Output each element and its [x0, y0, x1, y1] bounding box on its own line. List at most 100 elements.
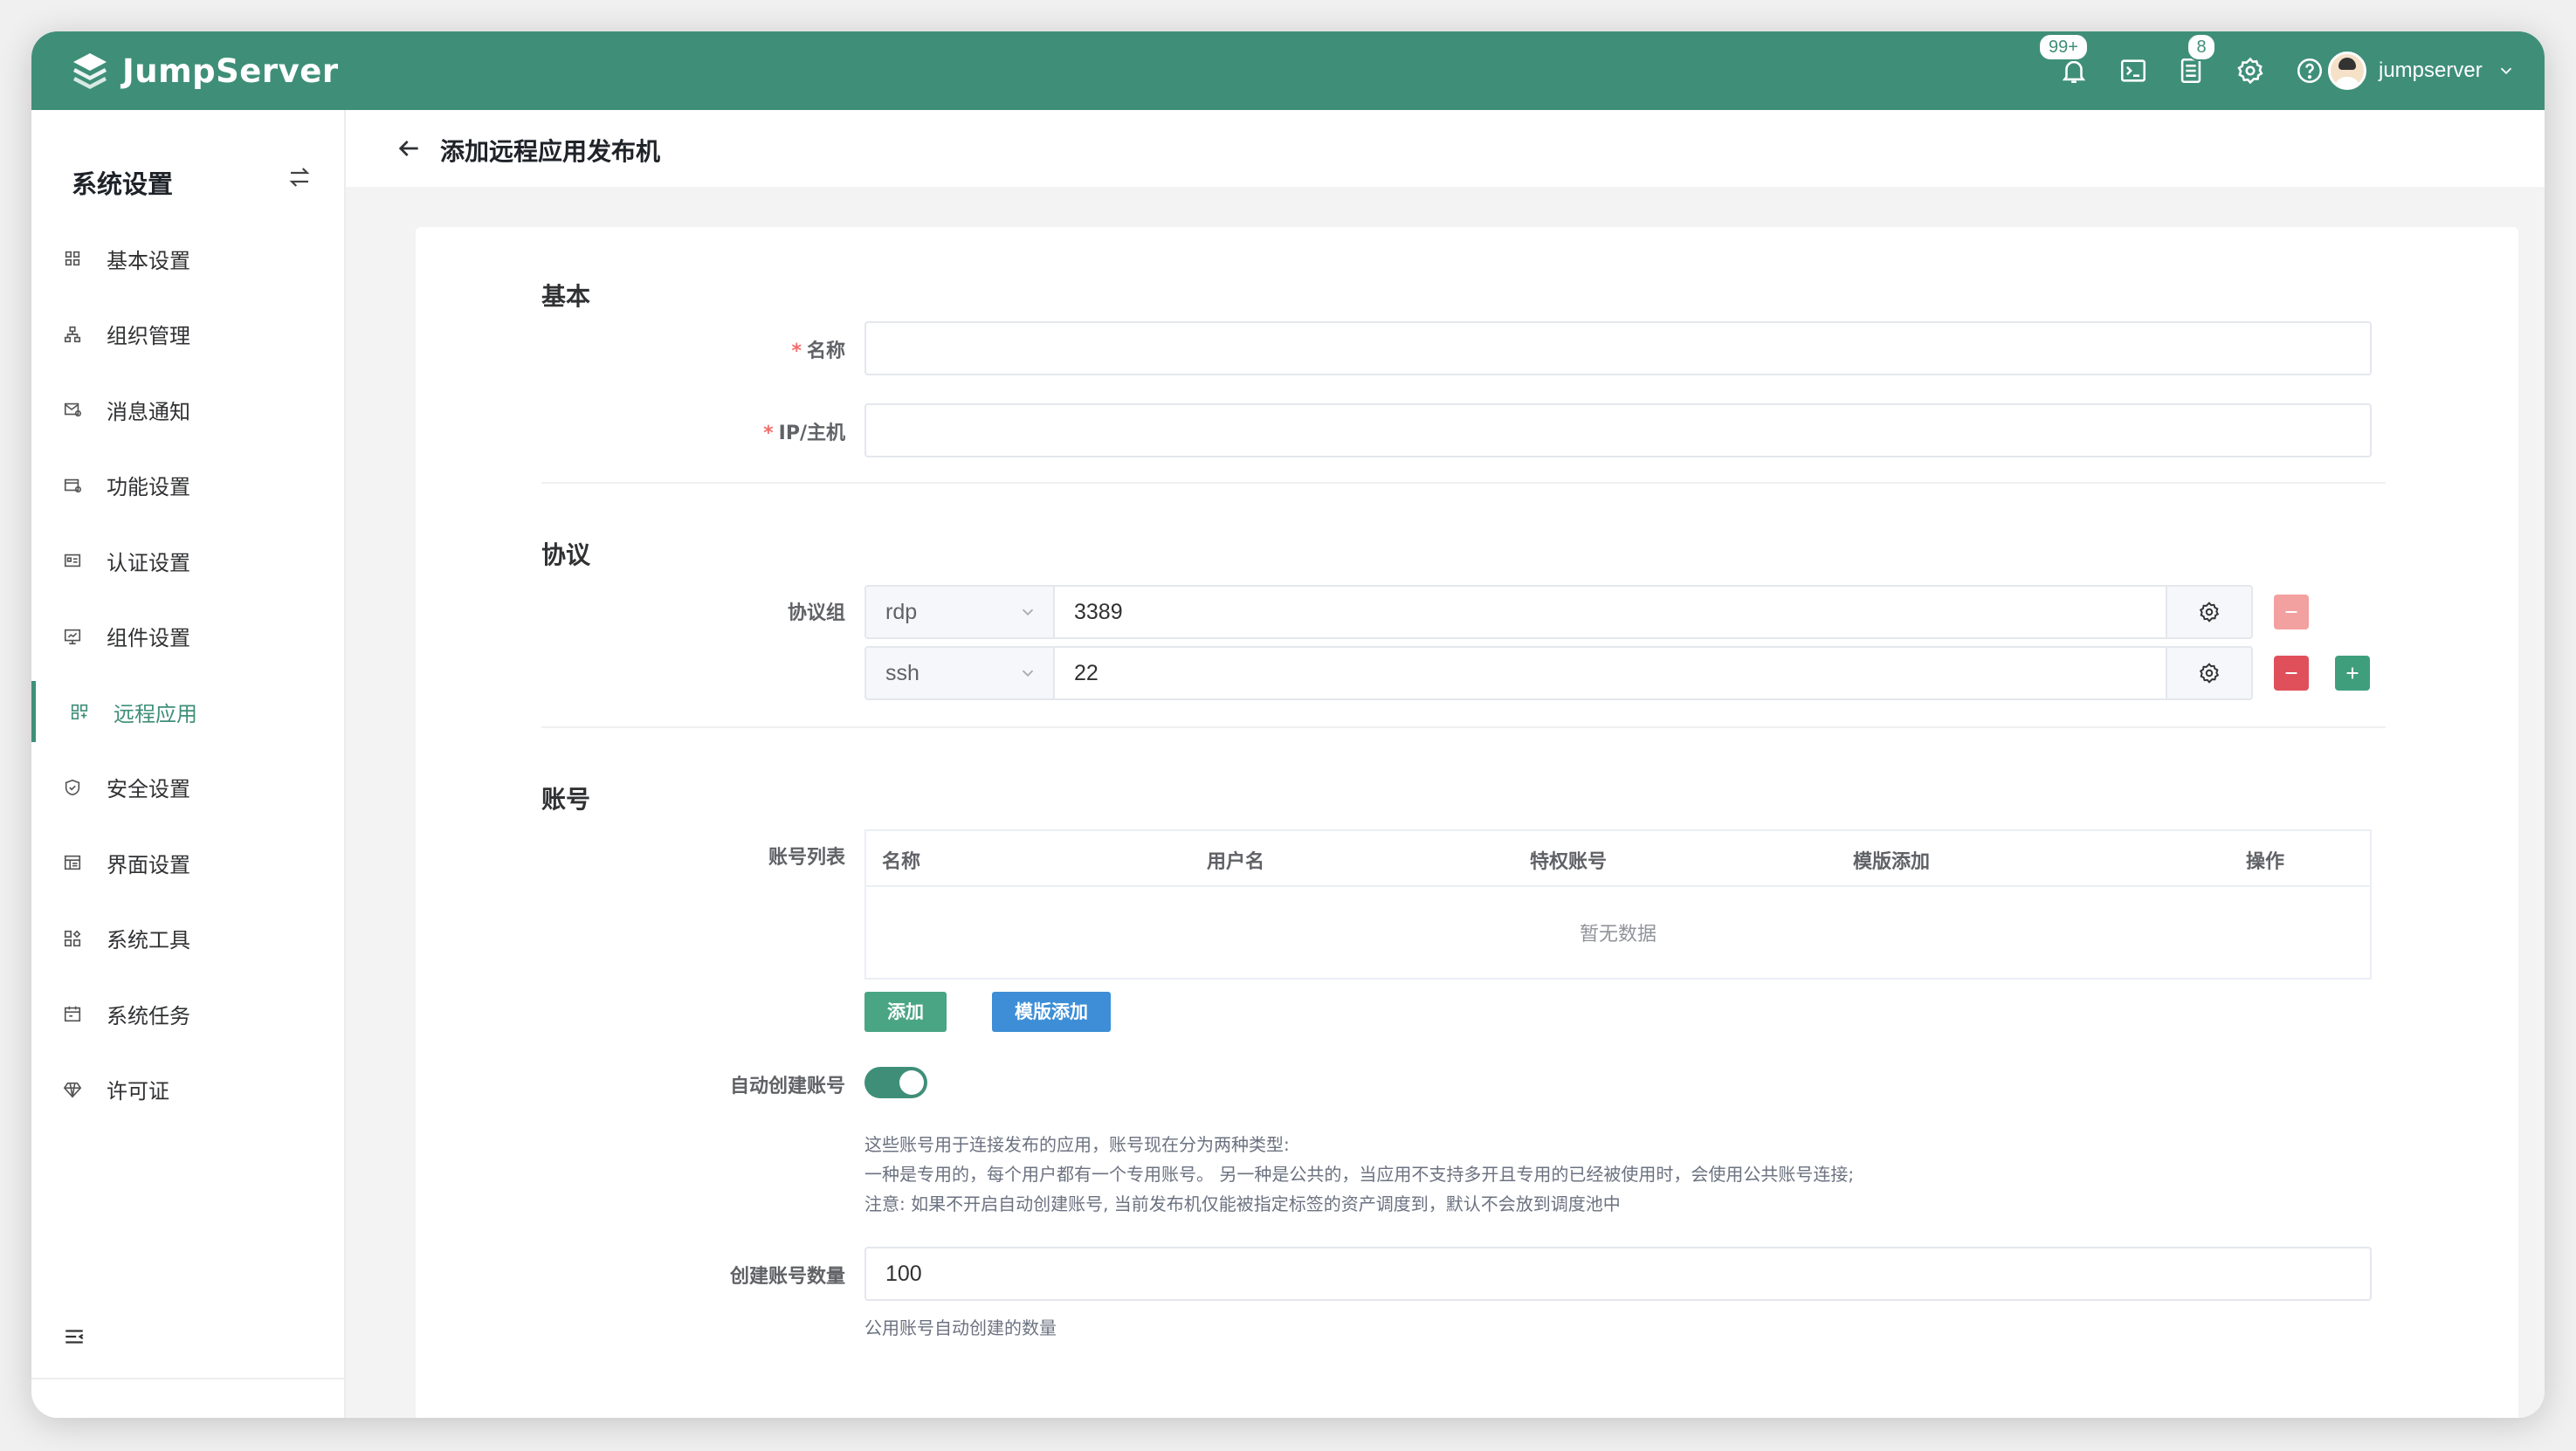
- sidebar-item-label: 基本设置: [107, 248, 190, 273]
- sidebar-item-tools[interactable]: 系统工具: [31, 901, 344, 977]
- sidebar-item-label: 安全设置: [107, 777, 190, 802]
- template-add-button[interactable]: 模版添加: [992, 992, 1111, 1032]
- message-icon: [63, 400, 82, 419]
- chevron-down-icon: [1022, 609, 1034, 616]
- sidebar-item-security[interactable]: 安全设置: [31, 750, 344, 826]
- sidebar-item-basic[interactable]: 基本设置: [31, 221, 344, 297]
- host-label-text: IP/主机: [778, 423, 845, 444]
- name-input[interactable]: [864, 321, 2372, 375]
- column-header: 操作: [2246, 851, 2285, 873]
- port-input-ssh[interactable]: 22: [1055, 646, 2166, 700]
- column-header: 特权账号: [1530, 851, 1608, 873]
- chevron-down-icon: [2500, 67, 2511, 75]
- sidebar-nav: 基本设置 组织管理 消息通知 功能设置 认证设置 组件设置 远程应用 安全设置 …: [31, 221, 344, 1127]
- sidebar-item-label: 许可证: [107, 1079, 169, 1104]
- notifications-badge: 99+: [2038, 33, 2089, 61]
- section-protocol-title: 协议: [541, 540, 591, 569]
- sidebar-item-label: 系统工具: [107, 928, 190, 953]
- sidebar-item-label: 组织管理: [107, 324, 190, 349]
- feature-icon: [63, 476, 82, 495]
- host-input[interactable]: [864, 403, 2372, 457]
- terminal-icon[interactable]: [2118, 56, 2148, 86]
- required-mark: *: [763, 423, 774, 444]
- sidebar-item-org[interactable]: 组织管理: [31, 297, 344, 373]
- protocol-select-value: rdp: [885, 600, 918, 624]
- account-count-input[interactable]: 100: [864, 1247, 2372, 1301]
- remove-protocol-button[interactable]: [2274, 656, 2309, 691]
- sidebar-item-interface[interactable]: 界面设置: [31, 825, 344, 901]
- port-input-rdp[interactable]: 3389: [1055, 585, 2166, 639]
- user-menu[interactable]: jumpserver: [2328, 51, 2516, 91]
- add-protocol-button[interactable]: [2335, 656, 2370, 691]
- sidebar-item-label: 界面设置: [107, 852, 190, 877]
- page-header: 添加远程应用发布机: [346, 110, 2545, 187]
- column-header: 名称: [882, 851, 921, 873]
- avatar: [2328, 52, 2366, 90]
- account-count-value: 100: [885, 1262, 922, 1286]
- section-basic-title: 基本: [541, 282, 591, 311]
- back-arrow-icon[interactable]: [395, 134, 423, 162]
- shield-icon: [63, 778, 82, 797]
- sidebar-item-tasks[interactable]: 系统任务: [31, 976, 344, 1052]
- auto-create-toggle[interactable]: [864, 1067, 927, 1098]
- sidebar-item-label: 组件设置: [107, 626, 190, 651]
- add-account-button[interactable]: 添加: [864, 992, 947, 1032]
- sidebar-item-component[interactable]: 组件设置: [31, 599, 344, 675]
- tickets-badge: 8: [2187, 33, 2216, 61]
- protocol-settings-button[interactable]: [2166, 585, 2253, 639]
- remove-protocol-button[interactable]: [2274, 595, 2309, 629]
- account-table: 名称 用户名 特权账号 模版添加 操作 暂无数据: [864, 829, 2372, 980]
- top-bar: JumpServer 99+ 8 jumpserver: [31, 31, 2545, 110]
- protocol-group-label: 协议组: [787, 602, 845, 624]
- column-header: 模版添加: [1853, 851, 1931, 873]
- minus-icon: [2285, 671, 2297, 675]
- sidebar-footer: [31, 1378, 344, 1418]
- brand-name: JumpServer: [122, 52, 339, 90]
- sidebar-item-auth[interactable]: 认证设置: [31, 523, 344, 599]
- gear-icon[interactable]: [2235, 56, 2265, 86]
- name-label-text: 名称: [806, 340, 845, 362]
- empty-table-text: 暂无数据: [1579, 924, 1656, 946]
- layout-icon: [63, 853, 82, 872]
- diamond-icon: [63, 1080, 82, 1099]
- protocol-settings-button[interactable]: [2166, 646, 2253, 700]
- grid-icon: [63, 249, 82, 268]
- sidebar-item-license[interactable]: 许可证: [31, 1052, 344, 1128]
- form-card: 基本 * 名称 * IP/主机 协议 协议组 rdp 3389 ssh 22 账…: [416, 227, 2518, 1418]
- column-header: 用户名: [1207, 851, 1265, 873]
- calendar-icon: [63, 1004, 82, 1023]
- table-header: 名称 用户名 特权账号 模版添加 操作: [866, 831, 2370, 887]
- sidebar-title: 系统设置: [72, 169, 174, 199]
- name-label: * 名称: [416, 335, 845, 363]
- protocol-select-ssh[interactable]: ssh: [864, 646, 1055, 700]
- protocol-select-rdp[interactable]: rdp: [864, 585, 1055, 639]
- page-title: 添加远程应用发布机: [440, 137, 661, 166]
- chevron-down-icon: [1022, 670, 1034, 677]
- sidebar-item-remote-apps[interactable]: 远程应用: [31, 674, 344, 750]
- sidebar-item-label: 认证设置: [107, 550, 190, 575]
- app-window: JumpServer 99+ 8 jumpserver 系统设置 基本设置 组织…: [31, 31, 2545, 1418]
- switch-icon[interactable]: [286, 164, 313, 190]
- sidebar-item-feature[interactable]: 功能设置: [31, 448, 344, 524]
- host-label: * IP/主机: [416, 417, 845, 445]
- minus-icon: [2285, 610, 2297, 614]
- auto-create-label: 自动创建账号: [729, 1076, 845, 1097]
- apps-icon: [70, 702, 89, 721]
- sidebar-item-label: 消息通知: [107, 399, 190, 424]
- logo[interactable]: JumpServer: [70, 49, 339, 93]
- username: jumpserver: [2379, 58, 2483, 82]
- divider: [541, 726, 2386, 728]
- jumpserver-logo-icon: [73, 53, 107, 89]
- help-line: 这些账号用于连接发布的应用，账号现在分为两种类型:: [864, 1134, 1290, 1155]
- help-icon[interactable]: [2295, 56, 2325, 86]
- main-content: 添加远程应用发布机 基本 * 名称 * IP/主机 协议 协议组 rdp 3389: [346, 110, 2545, 1418]
- collapse-menu-icon[interactable]: [63, 1325, 86, 1348]
- sidebar-item-message[interactable]: 消息通知: [31, 372, 344, 448]
- gear-icon: [2199, 602, 2220, 622]
- sidebar-item-label: 系统任务: [107, 1003, 190, 1028]
- org-tree-icon: [63, 325, 82, 344]
- port-value: 3389: [1074, 600, 1123, 624]
- protocol-select-value: ssh: [885, 661, 920, 685]
- help-line: 一种是专用的，每个用户都有一个专用账号。 另一种是公共的，当应用不支持多开且专用…: [864, 1164, 1855, 1185]
- section-account-title: 账号: [541, 785, 591, 814]
